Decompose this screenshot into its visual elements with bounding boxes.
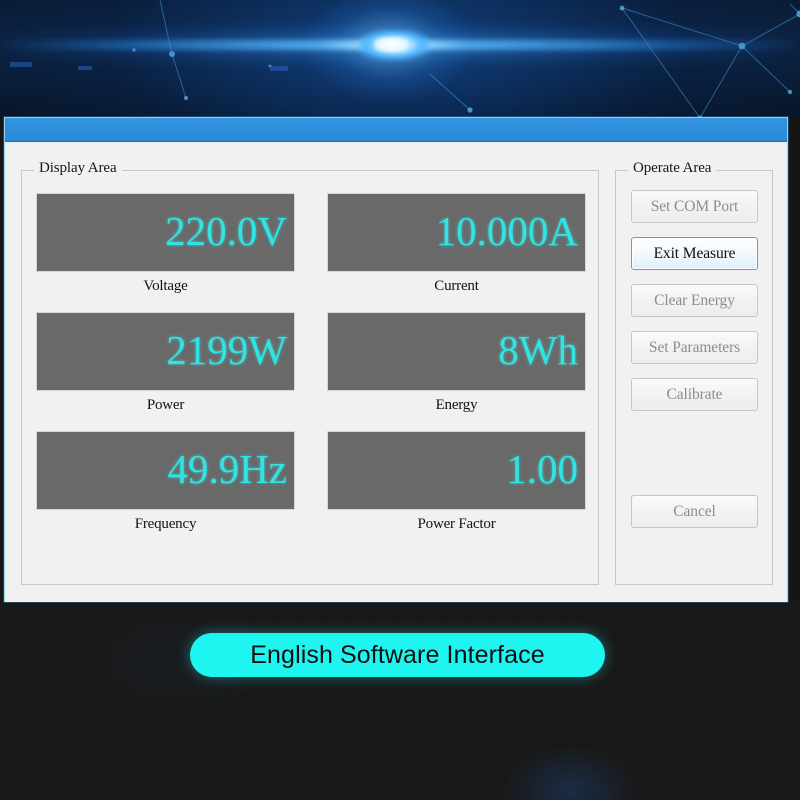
- meter-grid: 220.0V Voltage 10.000A Current 2199W: [36, 193, 586, 533]
- exit-measure-button[interactable]: Exit Measure: [631, 237, 758, 270]
- energy-label: Energy: [327, 397, 586, 414]
- application-window: Display Area 220.0V Voltage 10.000A Curr…: [4, 117, 788, 602]
- clear-energy-button[interactable]: Clear Energy: [631, 284, 758, 317]
- energy-value: 8Wh: [498, 330, 578, 371]
- display-area-legend: Display Area: [34, 160, 122, 177]
- meter-power: 2199W Power: [36, 312, 295, 414]
- voltage-label: Voltage: [36, 278, 295, 295]
- caption-badge: English Software Interface: [190, 633, 605, 677]
- button-spacer: [631, 317, 758, 331]
- frequency-value: 49.9Hz: [167, 449, 287, 490]
- power-label: Power: [36, 397, 295, 414]
- lower-backdrop: [0, 600, 800, 800]
- display-area-group: Display Area 220.0V Voltage 10.000A Curr…: [21, 170, 599, 585]
- power-value: 2199W: [166, 330, 287, 371]
- energy-display-panel: 8Wh: [327, 312, 586, 391]
- meter-energy: 8Wh Energy: [327, 312, 586, 414]
- meter-voltage: 220.0V Voltage: [36, 193, 295, 295]
- power-factor-label: Power Factor: [327, 516, 586, 533]
- meter-current: 10.000A Current: [327, 193, 586, 295]
- power-factor-display-panel: 1.00: [327, 431, 586, 510]
- set-parameters-button[interactable]: Set Parameters: [631, 331, 758, 364]
- operate-area-legend: Operate Area: [628, 160, 716, 177]
- current-label: Current: [327, 278, 586, 295]
- caption-text: English Software Interface: [250, 641, 544, 670]
- hero-banner: [0, 0, 800, 118]
- cancel-button[interactable]: Cancel: [631, 495, 758, 528]
- operate-area-group: Operate Area Set COM Port Exit Measure C…: [615, 170, 773, 585]
- window-titlebar[interactable]: [5, 118, 787, 142]
- lens-flare-hotspot: [374, 37, 408, 52]
- power-factor-value: 1.00: [506, 449, 578, 490]
- voltage-display-panel: 220.0V: [36, 193, 295, 272]
- frequency-label: Frequency: [36, 516, 295, 533]
- operate-button-stack: Set COM Port Exit Measure Clear Energy S…: [631, 190, 758, 528]
- power-display-panel: 2199W: [36, 312, 295, 391]
- button-spacer: [631, 270, 758, 284]
- voltage-value: 220.0V: [165, 211, 287, 252]
- calibrate-button[interactable]: Calibrate: [631, 378, 758, 411]
- button-spacer: [631, 364, 758, 378]
- set-com-port-button[interactable]: Set COM Port: [631, 190, 758, 223]
- window-client-area: Display Area 220.0V Voltage 10.000A Curr…: [5, 142, 787, 602]
- meter-frequency: 49.9Hz Frequency: [36, 431, 295, 533]
- backdrop-texture: [0, 600, 800, 800]
- page-root: Display Area 220.0V Voltage 10.000A Curr…: [0, 0, 800, 800]
- meter-power-factor: 1.00 Power Factor: [327, 431, 586, 533]
- button-spacer-large: [631, 411, 758, 495]
- button-spacer: [631, 223, 758, 237]
- current-display-panel: 10.000A: [327, 193, 586, 272]
- current-value: 10.000A: [436, 211, 578, 252]
- frequency-display-panel: 49.9Hz: [36, 431, 295, 510]
